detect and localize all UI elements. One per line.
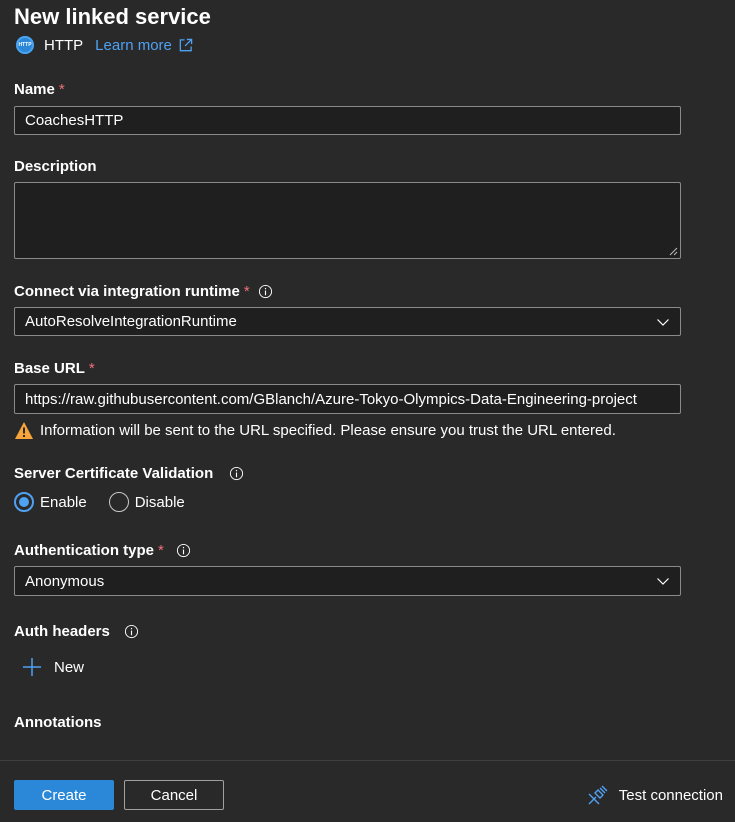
auth-type-value: Anonymous [25, 572, 105, 590]
name-label: Name * [14, 81, 65, 98]
add-auth-header-label: New [54, 658, 85, 676]
connector-name: HTTP [44, 36, 84, 54]
base-url-field-box [14, 384, 681, 414]
warning-icon [15, 422, 33, 439]
auth-type-label-text: Authentication type [14, 542, 155, 559]
plus-icon [23, 658, 41, 676]
integration-runtime-label: Connect via integration runtime * [14, 283, 273, 300]
chevron-down-icon [657, 578, 669, 585]
chevron-down-icon [657, 318, 669, 326]
radio-enable-circle [14, 492, 34, 512]
cancel-button[interactable]: Cancel [124, 780, 224, 810]
integration-runtime-select[interactable]: AutoResolveIntegrationRuntime [14, 307, 681, 336]
name-input[interactable] [15, 107, 680, 134]
info-icon[interactable] [229, 466, 244, 481]
connector-row: HTTP HTTP Learn more [16, 35, 193, 55]
name-label-text: Name [14, 81, 55, 98]
description-label-text: Description [14, 158, 97, 175]
test-connection-button[interactable]: Test connection [587, 784, 723, 806]
cert-validation-label-text: Server Certificate Validation [14, 465, 214, 482]
radio-disable[interactable]: Disable [108, 492, 185, 512]
required-marker: * [88, 360, 95, 377]
footer-divider [0, 760, 735, 761]
warning-text: Information will be sent to the URL spec… [40, 422, 616, 439]
base-url-label-text: Base URL [14, 360, 85, 377]
description-field-box [14, 182, 681, 259]
integration-runtime-label-text: Connect via integration runtime [14, 283, 240, 300]
cert-validation-label: Server Certificate Validation [14, 465, 244, 482]
info-icon[interactable] [258, 284, 273, 299]
create-button[interactable]: Create [14, 780, 114, 810]
external-link-icon [179, 38, 193, 51]
required-marker: * [158, 542, 164, 559]
info-icon[interactable] [176, 543, 191, 558]
radio-disable-label: Disable [134, 493, 185, 511]
page-title: New linked service [14, 4, 211, 29]
required-marker: * [243, 283, 250, 300]
resize-grip-icon[interactable] [669, 247, 678, 256]
radio-enable-label: Enable [40, 493, 87, 511]
base-url-input[interactable] [15, 385, 680, 413]
test-connection-label: Test connection [618, 786, 723, 804]
base-url-label: Base URL * [14, 360, 95, 377]
plug-icon [588, 785, 608, 805]
annotations-label-text: Annotations [14, 714, 102, 731]
learn-more-label: Learn more [95, 36, 172, 54]
info-icon[interactable] [124, 624, 139, 639]
radio-enable[interactable]: Enable [14, 492, 87, 512]
http-connector-icon: HTTP [16, 36, 34, 54]
radio-disable-circle [108, 492, 129, 512]
integration-runtime-value: AutoResolveIntegrationRuntime [25, 313, 237, 330]
auth-type-select[interactable]: Anonymous [14, 566, 681, 596]
url-warning: Information will be sent to the URL spec… [14, 421, 616, 440]
cert-validation-radio-group: Enable Disable [14, 492, 207, 512]
auth-type-label: Authentication type * [14, 542, 191, 559]
add-auth-header-button[interactable]: New [22, 657, 84, 677]
auth-headers-label: Auth headers [14, 623, 139, 640]
learn-more-link[interactable]: Learn more [95, 37, 193, 54]
name-field-box [14, 106, 681, 135]
annotations-label: Annotations [14, 714, 102, 731]
required-marker: * [58, 81, 65, 98]
description-label: Description [14, 158, 97, 175]
description-input[interactable] [15, 183, 680, 258]
auth-headers-label-text: Auth headers [14, 623, 110, 640]
